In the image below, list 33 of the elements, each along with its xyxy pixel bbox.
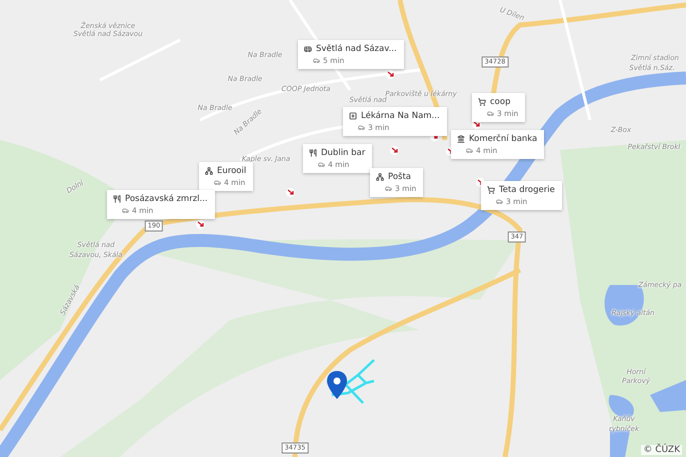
arrow-icon: [386, 70, 395, 79]
attribution: © ČÚZK: [641, 445, 682, 455]
arrow-icon: [390, 146, 399, 155]
location-pin-icon[interactable]: [327, 371, 347, 399]
shop-icon: [478, 98, 486, 106]
place-name: Pošta: [388, 172, 411, 182]
place-name: Dublin bar: [321, 148, 366, 158]
place-name: Teta drogerie: [499, 185, 555, 195]
bank-icon: [457, 135, 465, 143]
car-icon: [214, 179, 221, 186]
network-icon: [205, 167, 213, 175]
place-name: coop: [490, 97, 510, 107]
pharmacy-icon: [349, 112, 357, 120]
restaurant-icon: [309, 149, 317, 157]
arrow-icon: [196, 220, 205, 229]
network-icon: [376, 173, 384, 181]
car-icon: [487, 110, 494, 117]
car-icon: [385, 185, 392, 192]
place-name: Světlá nad Sázav...: [316, 44, 397, 54]
shop-icon: [487, 186, 495, 194]
car-icon: [318, 161, 325, 168]
car-icon: [122, 207, 129, 214]
car-icon: [496, 198, 503, 205]
car-icon: [466, 147, 473, 154]
place-name: Komerční banka: [469, 134, 538, 144]
place-name: Eurooil: [217, 166, 246, 176]
bus-icon: [304, 45, 312, 53]
car-icon: [358, 124, 365, 131]
car-icon: [313, 57, 320, 64]
place-name: Posázavská zmrzl...: [125, 194, 208, 204]
place-name: Lékárna Na Nam...: [361, 111, 440, 121]
restaurant-icon: [113, 195, 121, 203]
arrow-icon: [286, 188, 295, 197]
